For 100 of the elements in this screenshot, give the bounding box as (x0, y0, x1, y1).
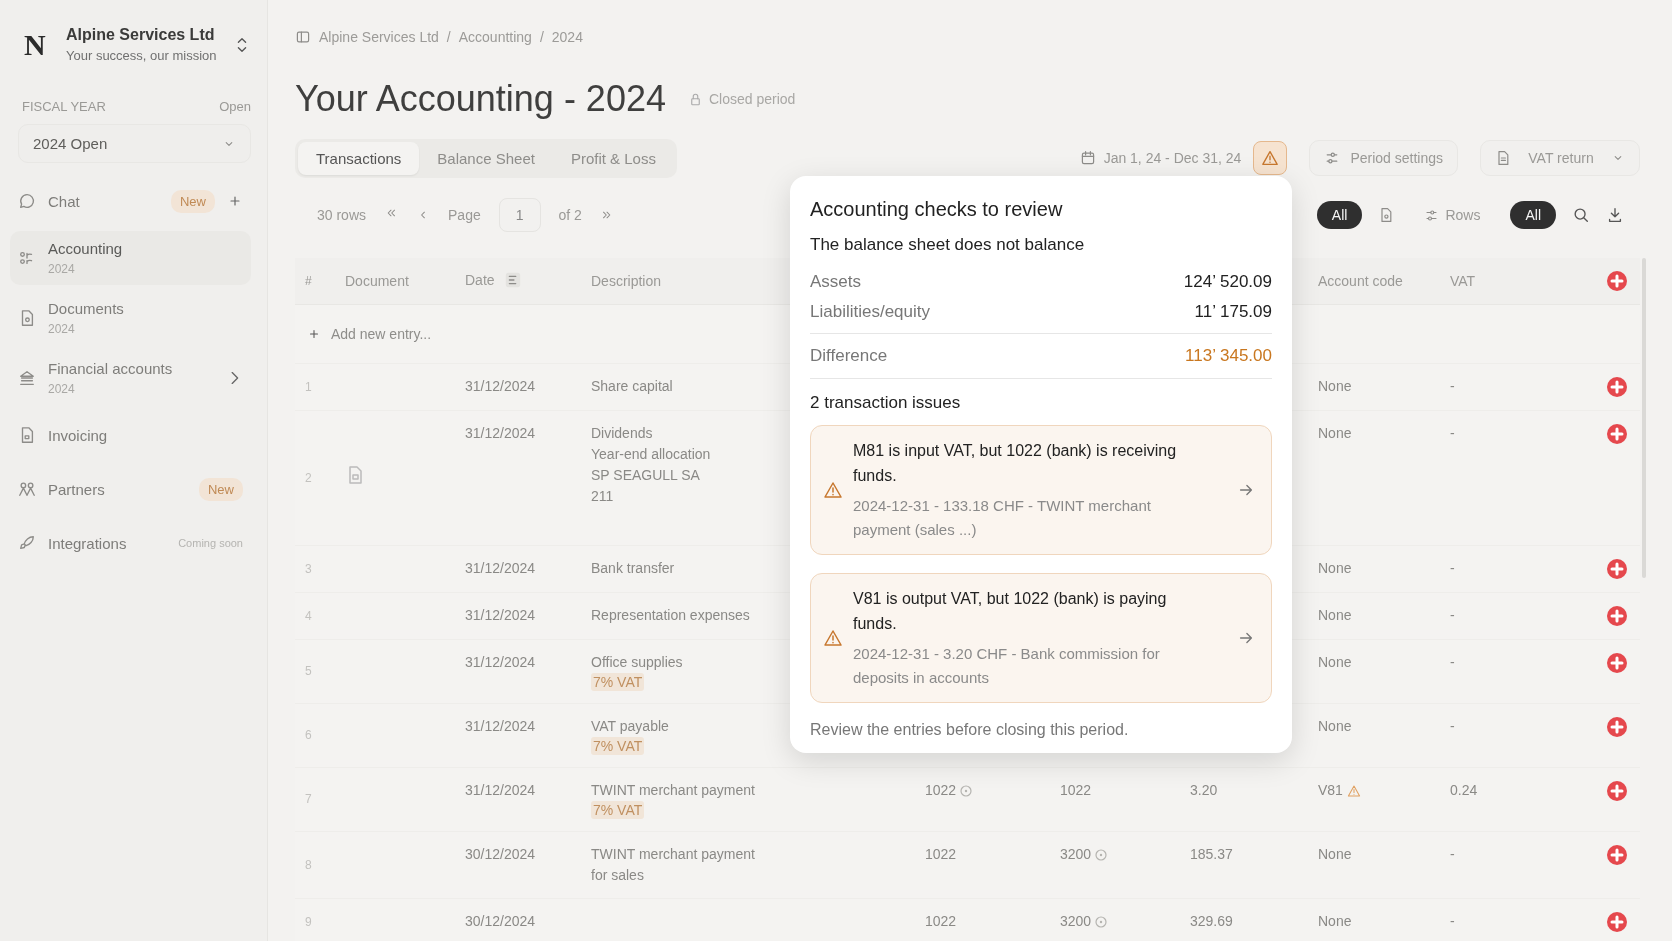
add-icon[interactable] (1606, 558, 1628, 580)
table-cell-text: None (1318, 559, 1352, 578)
table-cell-text: VAT payable (591, 717, 669, 736)
table-cell-text: TWINT merchant payment (591, 781, 755, 800)
logo: N (24, 27, 47, 62)
balance-label: Liabilities/equity (810, 302, 930, 322)
table-cell-text: - (1450, 717, 1456, 736)
table-cell-text: None (1318, 912, 1352, 931)
add-icon[interactable] (1606, 911, 1628, 933)
page-input[interactable]: 1 (498, 198, 541, 232)
chat-icon (18, 192, 36, 210)
table-cell-text: 3200 (1060, 912, 1092, 931)
tab[interactable]: Profit & Loss (552, 141, 674, 175)
sidebar-icon (295, 29, 311, 45)
period-settings-button[interactable]: Period settings (1309, 140, 1458, 176)
add-entry-button[interactable]: Add new entry... (295, 305, 444, 363)
add-icon[interactable] (1606, 844, 1628, 866)
table-cell-text: None (1318, 606, 1352, 625)
warning-icon (823, 628, 843, 648)
table-cell-text: 30/12/2024 (465, 912, 537, 931)
table-cell-text: for sales (591, 866, 644, 885)
table-cell-text: 31/12/2024 (465, 559, 537, 578)
nav-item[interactable]: Partners New (10, 465, 251, 513)
balance-value: 124’ 520.09 (1183, 272, 1272, 292)
new-badge: New (199, 477, 243, 501)
table-cell-text: 31/12/2024 (465, 424, 537, 443)
sliders-icon (1424, 207, 1440, 223)
add-icon[interactable] (1606, 716, 1628, 738)
page-title: Your Accounting - 2024 (295, 78, 666, 120)
table-cell-text: - (1450, 845, 1456, 864)
table-cell-text: 211 (591, 487, 614, 506)
column-header: Account code (1318, 273, 1403, 289)
table-cell-text: None (1318, 377, 1352, 396)
table-cell-text: SP SEAGULL SA (591, 466, 700, 485)
table-cell-text: 1022 (925, 912, 957, 931)
vat-tag: 7% VAT (591, 801, 645, 819)
table-cell-text: - (1450, 424, 1456, 443)
nav-item[interactable]: Chat New (10, 177, 251, 225)
new-badge: New (171, 189, 215, 213)
table-cell-text: 1022 (925, 845, 957, 864)
add-icon[interactable] (1606, 652, 1628, 674)
add-icon[interactable] (1606, 423, 1628, 445)
balance-label: Difference (810, 346, 888, 366)
table-cell-text: 31/12/2024 (465, 653, 537, 672)
table-cell-text: None (1318, 653, 1352, 672)
page-total: of 2 (558, 207, 582, 223)
company-tagline: Your success, our mission (66, 48, 218, 63)
nav-item[interactable]: Accounting 2024 (10, 231, 251, 285)
table-cell-text: Year-end allocation (591, 445, 711, 464)
nav-item[interactable]: Invoicing (10, 411, 251, 459)
vat-return-dropdown[interactable]: VAT return (1480, 140, 1640, 176)
vat-tag: 7% VAT (591, 673, 645, 691)
table-cell: 329.69 (1190, 913, 1233, 929)
tab[interactable]: Balance Sheet (419, 141, 553, 175)
date-range[interactable]: Jan 1, 24 - Dec 31, 24 (1079, 150, 1242, 166)
warning-button[interactable] (1253, 141, 1288, 175)
rows-filter[interactable]: Rows (1424, 207, 1481, 223)
table-cell-text: 1022 (925, 781, 957, 800)
issue-card[interactable]: M81 is input VAT, but 1022 (bank) is receiving funds. 2024-12-31 - 133.18 CHF - TWINT merchant payment (sales ...) (810, 425, 1272, 555)
nav-item[interactable]: Financial accounts 2024 (10, 351, 251, 405)
page-label: Page (448, 207, 481, 223)
table-cell-text: Representation expenses (591, 606, 750, 625)
add-icon[interactable] (1606, 780, 1628, 802)
filter-pill[interactable]: All (1510, 201, 1556, 229)
column-header: Document (345, 273, 409, 289)
balance-value: 113’ 345.00 (1185, 346, 1272, 366)
bank-icon (18, 369, 36, 387)
add-icon[interactable] (1606, 270, 1628, 292)
calendar-icon (1079, 150, 1096, 166)
people-icon (18, 480, 36, 498)
filter-pill[interactable]: All (1316, 201, 1363, 229)
table-cell-text: Dividends (591, 424, 653, 443)
popover-footer: Review the entries before closing this period. (810, 721, 1272, 739)
balance-label: Assets (810, 272, 862, 292)
tab[interactable]: Transactions (298, 141, 420, 175)
table-cell-text: Share capital (591, 377, 673, 396)
issue-card[interactable]: V81 is output VAT, but 1022 (bank) is paying funds. 2024-12-31 - 3.20 CHF - Bank commission for deposits in accounts (810, 573, 1272, 703)
row-count: 30 rows (317, 207, 367, 223)
table-cell-text: - (1450, 912, 1456, 931)
fiscal-year-select[interactable]: 2024 Open (18, 124, 251, 163)
section-label: FISCAL YEAR (22, 99, 106, 114)
breadcrumb-link[interactable]: 2024 (551, 29, 583, 45)
add-icon[interactable] (1606, 605, 1628, 627)
document-icon (1495, 150, 1511, 166)
breadcrumb-link[interactable]: Alpine Services Ltd (319, 29, 439, 45)
warning-icon (1261, 149, 1280, 167)
table-cell-text: 30/12/2024 (465, 845, 537, 864)
table-cell-text: - (1450, 606, 1456, 625)
nav-item[interactable]: Documents 2024 (10, 291, 251, 345)
add-icon[interactable] (1606, 376, 1628, 398)
table-cell-text: Bank transfer (591, 559, 675, 578)
table-cell-text: V81 (1318, 781, 1343, 800)
fiscal-year-status: Open (219, 99, 251, 114)
breadcrumb-separator: / (539, 29, 544, 45)
table-cell-text: - (1450, 653, 1456, 672)
column-header: VAT (1450, 273, 1476, 289)
breadcrumb-link[interactable]: Accountting (458, 29, 532, 45)
table-cell-text: 1022 (1060, 781, 1092, 800)
table-cell-text: 3200 (1060, 845, 1092, 864)
balance-value: 11’ 175.09 (1194, 302, 1272, 322)
